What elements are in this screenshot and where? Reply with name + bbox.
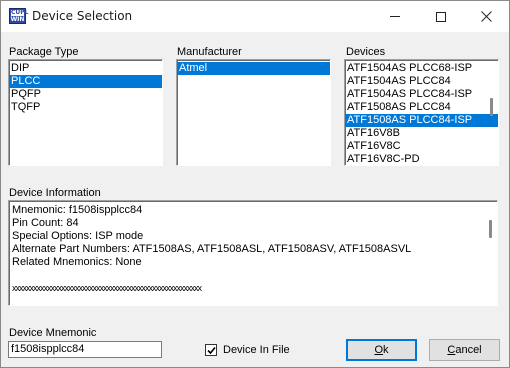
window-title: Device Selection [32, 9, 133, 23]
package-type-item[interactable]: TQFP [9, 101, 162, 114]
cancel-button-label: ancel [455, 344, 482, 356]
device-item[interactable]: ATF1504AS PLCC68-ISP [345, 62, 498, 75]
ok-button[interactable]: Ok [346, 339, 417, 361]
package-type-items: DIP PLCC PQFP TQFP [9, 60, 162, 114]
device-in-file-checkbox[interactable] [205, 344, 217, 356]
device-items: ATF1504AS PLCC68-ISP ATF1504AS PLCC84 ATF1… [345, 60, 498, 165]
cancel-button-accel: C [447, 344, 456, 356]
app-icon-text-bottom: WIN [10, 16, 25, 23]
device-in-file-label[interactable]: Device In File [223, 344, 290, 356]
device-item[interactable]: ATF16V8C [345, 140, 498, 153]
device-information-lines: Mnemonic: f1508ispplcc84 Pin Count: 84 Spe… [9, 201, 497, 295]
package-type-label: Package Type [9, 46, 79, 58]
ok-button-accel: O [374, 344, 384, 356]
maximize-icon [436, 11, 446, 22]
app-icon[interactable]: CUPL WIN [9, 8, 29, 24]
devices-scroll-thumb[interactable] [490, 98, 493, 116]
device-information-line [9, 269, 497, 282]
device-selection-dialog: CUPL WIN Device Selection Package Type D… [0, 0, 510, 368]
device-item[interactable]: ATF1504AS PLCC84-ISP [345, 88, 498, 101]
device-mnemonic-label: Device Mnemonic [9, 327, 97, 339]
package-type-item[interactable]: PLCC [9, 75, 162, 88]
minimize-icon [390, 16, 400, 17]
manufacturer-label: Manufacturer [177, 46, 242, 58]
device-item[interactable]: ATF16V8B [345, 127, 498, 140]
manufacturer-list[interactable]: Atmel [176, 59, 331, 166]
checkmark-icon [207, 346, 216, 355]
close-button[interactable] [463, 1, 509, 32]
manufacturer-item[interactable]: Atmel [177, 62, 330, 75]
device-information-line: Related Mnemonics: None [12, 256, 142, 268]
maximize-button[interactable] [418, 1, 464, 32]
title-bar[interactable]: CUPL WIN Device Selection [1, 1, 509, 32]
manufacturer-items: Atmel [177, 60, 330, 75]
package-type-item[interactable]: DIP [9, 62, 162, 75]
device-item[interactable]: ATF1504AS PLCC84 [345, 75, 498, 88]
device-item[interactable]: ATF1508AS PLCC84-ISP [345, 114, 498, 127]
device-information-line: Pin Count: 84 [12, 217, 79, 229]
device-item[interactable]: ATF1508AS PLCC84 [345, 101, 498, 114]
device-item[interactable]: ATF16V8C-PD [345, 153, 498, 165]
device-information-line: Special Options: ISP mode [12, 230, 144, 242]
package-type-list[interactable]: DIP PLCC PQFP TQFP [8, 59, 163, 166]
minimize-button[interactable] [372, 1, 418, 32]
device-information-line: xxxxxxxxxxxxxxxxxxxxxxxxxxxxxxxxxxxxxxxx… [12, 283, 202, 293]
close-icon [480, 11, 492, 22]
package-type-item[interactable]: PQFP [9, 88, 162, 101]
ok-button-label: k [383, 344, 389, 356]
device-information-scrollbar[interactable] [487, 203, 495, 303]
cancel-button[interactable]: Cancel [429, 339, 500, 361]
devices-scrollbar[interactable] [488, 62, 496, 163]
devices-list[interactable]: ATF1504AS PLCC68-ISP ATF1504AS PLCC84 ATF1… [344, 59, 499, 166]
devices-label: Devices [346, 46, 386, 58]
device-mnemonic-input[interactable]: f1508ispplcc84 [8, 341, 162, 358]
device-information-label: Device Information [9, 187, 101, 199]
device-information-box[interactable]: Mnemonic: f1508ispplcc84 Pin Count: 84 Spe… [8, 200, 498, 306]
device-information-line: Alternate Part Numbers: ATF1508AS, ATF15… [12, 243, 412, 255]
device-information-line: Mnemonic: f1508ispplcc84 [12, 204, 143, 216]
device-information-scroll-thumb[interactable] [489, 220, 492, 238]
